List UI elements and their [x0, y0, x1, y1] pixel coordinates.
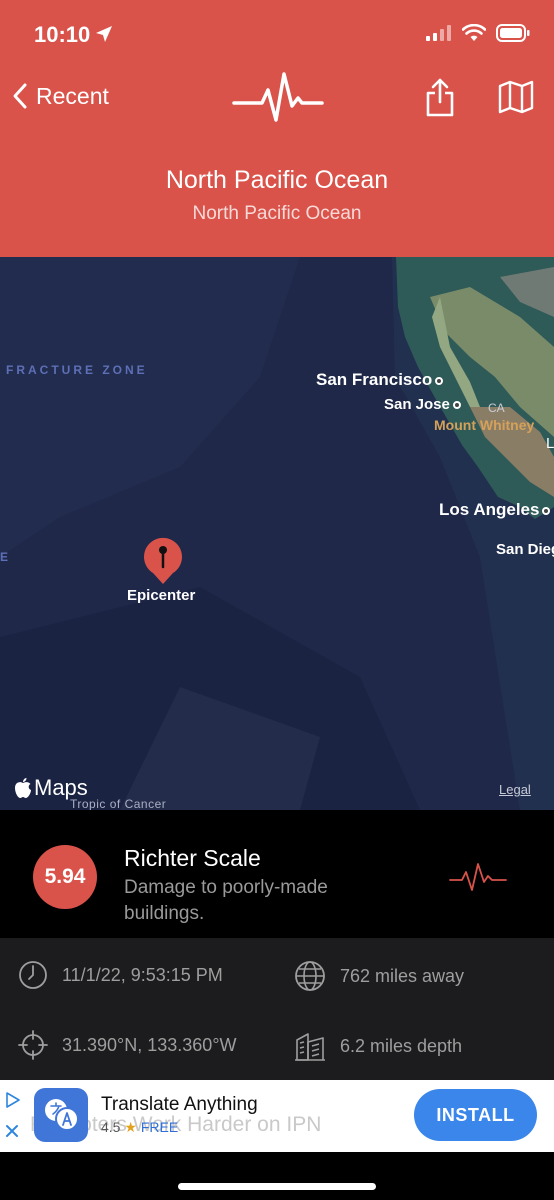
globe-icon: [295, 961, 325, 991]
map-background: [0, 257, 554, 810]
wifi-icon: [462, 24, 486, 41]
map-label-los-angeles: Los Angeles: [439, 500, 551, 520]
detail-coordinates: 31.390°N, 133.360°W: [18, 1030, 237, 1060]
status-time: 10:10: [34, 22, 91, 47]
detail-depth: 6.2 miles depth: [294, 1030, 462, 1062]
translate-app-icon: [34, 1088, 88, 1142]
scale-description: Damage to poorly-made buildings.: [124, 877, 328, 924]
share-icon[interactable]: [424, 78, 456, 118]
seismograph-pulse-icon: [449, 863, 507, 891]
back-label: Recent: [36, 82, 109, 109]
translate-icon: [45, 1099, 79, 1131]
chevron-left-icon: [13, 83, 27, 109]
battery-icon: [496, 24, 530, 42]
ad-rating: 4.5 ★ FREE: [101, 1119, 179, 1135]
map-label-zone-fragment: E: [0, 550, 12, 564]
scale-title: Richter Scale: [124, 845, 261, 871]
page-subtitle: North Pacific Ocean: [192, 203, 362, 224]
install-button[interactable]: INSTALL: [414, 1089, 537, 1141]
header: 10:10 Recent North Pacific Ocean North P…: [0, 0, 554, 257]
ad-banner[interactable]: Promoters Work Harder on IPN Translate A…: [0, 1080, 554, 1152]
star-icon: ★: [124, 1119, 137, 1135]
epicenter-pin-icon[interactable]: [142, 537, 184, 585]
apple-logo-icon: [15, 778, 31, 798]
map-label-san-francisco: San Francisco: [316, 370, 444, 390]
detail-distance: 762 miles away: [294, 960, 464, 992]
city-dot: [435, 376, 444, 385]
location-arrow-icon: [96, 26, 112, 42]
city-dot: [542, 506, 551, 515]
back-button[interactable]: Recent: [12, 82, 109, 110]
detail-time: 11/1/22, 9:53:15 PM: [18, 960, 223, 990]
map-label-san-jose: San Jose: [384, 396, 461, 413]
buildings-icon: [295, 1033, 325, 1061]
status-icons: [426, 24, 530, 42]
map-icon[interactable]: [498, 80, 534, 114]
map-view[interactable]: FRACTURE ZONE E San Francisco San Jose C…: [0, 257, 554, 810]
magnitude-badge: 5.94: [33, 845, 97, 909]
city-dot: [452, 401, 461, 410]
crosshair-icon: [18, 1030, 48, 1060]
map-label-fracture-zone: FRACTURE ZONE: [6, 363, 148, 377]
epicenter-label: Epicenter: [127, 587, 196, 604]
ad-choices-icon[interactable]: [4, 1088, 22, 1144]
page-title: North Pacific Ocean: [165, 166, 389, 194]
home-indicator[interactable]: [178, 1183, 376, 1190]
map-label-edge-letter: L: [546, 435, 554, 452]
cellular-signal-icon: [426, 25, 451, 41]
details-grid: 11/1/22, 9:53:15 PM 762 miles away 31.39…: [0, 938, 554, 1080]
map-label-san-diego: San Dieg: [496, 541, 554, 558]
map-label-mount-whitney: Mount Whitney: [434, 417, 535, 433]
home-indicator-area: [0, 1152, 554, 1200]
seismograph-pulse-icon: [232, 72, 324, 122]
map-label-state: CA: [488, 401, 505, 415]
magnitude-section: 5.94 Richter Scale Damage to poorly-made…: [0, 810, 554, 938]
map-label-tropic-of-cancer: Tropic of Cancer: [70, 797, 167, 810]
legal-link[interactable]: Legal: [499, 782, 531, 797]
ad-title: Translate Anything: [101, 1094, 258, 1115]
clock-icon: [19, 961, 47, 989]
